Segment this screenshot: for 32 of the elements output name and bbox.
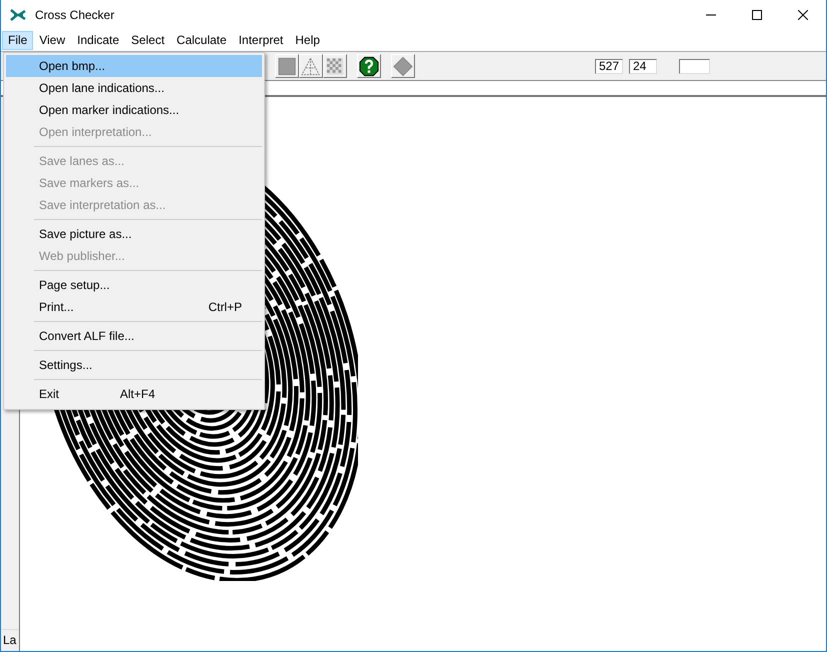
checker-button[interactable] xyxy=(323,54,347,78)
number-field[interactable]: 527 xyxy=(595,58,623,74)
menu-option[interactable]: Open marker indications... xyxy=(6,99,262,121)
maximize-icon xyxy=(752,10,762,20)
menu-item[interactable]: File xyxy=(2,30,34,50)
help-button[interactable] xyxy=(357,54,381,78)
square-button[interactable] xyxy=(275,54,299,78)
menu-item[interactable]: Help xyxy=(289,30,326,50)
menu-option[interactable]: Open bmp... xyxy=(6,55,262,77)
app-logo-icon xyxy=(10,9,26,21)
menu-option[interactable]: Convert ALF file... xyxy=(6,325,262,347)
diamond-icon xyxy=(392,54,414,78)
help-icon xyxy=(358,54,380,78)
menu-option[interactable]: Print... Ctrl+P xyxy=(6,296,262,318)
shortcut-text: Alt+F4 xyxy=(120,387,156,401)
menu-option[interactable]: Save picture as... xyxy=(6,223,262,245)
menu-option[interactable]: Open lane indications... xyxy=(6,77,262,99)
menu-item[interactable]: Interpret xyxy=(232,30,290,50)
diamond-button[interactable] xyxy=(391,54,415,78)
shortcut-text: Ctrl+P xyxy=(208,300,242,314)
menu-option[interactable]: Page setup... xyxy=(6,274,262,296)
menu-item[interactable]: Indicate xyxy=(71,30,126,50)
close-icon xyxy=(798,10,808,20)
menu-item[interactable]: View xyxy=(33,30,72,50)
menu-item[interactable]: Calculate xyxy=(170,30,233,50)
menu-item[interactable]: Select xyxy=(125,30,171,50)
number-field[interactable]: 24 xyxy=(629,58,657,74)
triangle-button[interactable] xyxy=(299,54,323,78)
input-field[interactable] xyxy=(679,58,710,74)
window-title: Cross Checker xyxy=(35,8,114,22)
menu-option[interactable]: Settings... xyxy=(6,354,262,376)
menu-option[interactable]: Exit Alt+F4 xyxy=(6,383,262,405)
